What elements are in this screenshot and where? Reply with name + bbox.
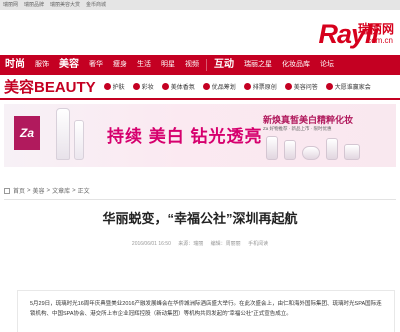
subnav-item-label: 优品筹划 (211, 85, 236, 91)
subnav-item-label: 彩妆 (141, 85, 154, 91)
mobile-read-link[interactable]: 手机阅读 (248, 241, 268, 247)
article-body: 5月29日，琉璃时光16周年庆典暨美业2016产融发展峰会在华侨城洲际酒店盛大举… (17, 290, 395, 332)
subnav-item-makeup[interactable]: 彩妆 (132, 82, 154, 91)
subnav-item-skincare[interactable]: 护肤 (103, 82, 125, 91)
skincare-icon (103, 83, 111, 90)
beauty-channel-title[interactable]: 美容BEAUTY (0, 76, 96, 97)
nav-luxury[interactable]: 奢华 (84, 55, 108, 75)
breadcrumb-home[interactable]: 首页 (13, 186, 25, 195)
article-date: 2016/06/01 16:50 (131, 241, 171, 247)
ad-banner[interactable]: Za 持续 美白 钻光透亮 新焕真皙美白精粹化妆 Za 好物推荐 · 新品上市 … (4, 104, 396, 167)
nav-rayli-star[interactable]: 瑞丽之星 (239, 55, 277, 75)
toplink-rayli[interactable]: 瑞丽网 (3, 0, 18, 10)
article-editor: 编辑：周丽丽 (210, 241, 241, 247)
divider (4, 199, 396, 200)
toplink-brand[interactable]: 瑞丽品牌 (24, 0, 44, 10)
nav-stars[interactable]: 明星 (156, 55, 180, 75)
breadcrumb-library[interactable]: 文章库 (52, 186, 70, 195)
ad-product-group (266, 136, 360, 160)
toplink-mall[interactable]: 金币商城 (86, 0, 106, 10)
subnav-item-original[interactable]: 排票原创 (243, 82, 277, 91)
breadcrumb: 首页 > 美容 > 文章库 > 正文 (4, 186, 92, 195)
subnav-item-label: 美容问答 (293, 85, 318, 91)
qa-icon (284, 83, 292, 90)
product-bottle-image (74, 120, 84, 160)
subnav-item-planning[interactable]: 优品筹划 (202, 82, 236, 91)
subnav-item-label: 护肤 (112, 85, 125, 91)
article-source: 来源：瑞丽 (178, 241, 204, 247)
breadcrumb-current: 正文 (77, 189, 90, 195)
main-nav: 时尚 服饰 美容 奢华 瘦身 生活 明星 视频 互动 瑞丽之星 化妆品库 论坛 (0, 55, 400, 75)
product-image (326, 138, 338, 160)
nav-cosmetics-db[interactable]: 化妆品库 (277, 55, 315, 75)
nav-separator (206, 59, 207, 71)
toplink-beauty-award[interactable]: 瑞丽美容大赏 (50, 0, 80, 10)
nav-clothing[interactable]: 服饰 (30, 55, 54, 75)
subnav-item-label: 美体香氛 (170, 85, 195, 91)
site-logo-cn: 瑞丽网 (357, 22, 394, 36)
subnav-item-label: 大愿谁赢家会 (334, 85, 371, 91)
product-image (344, 144, 360, 160)
nav-forum[interactable]: 论坛 (315, 55, 339, 75)
product-bottle-image (56, 108, 70, 160)
nav-life[interactable]: 生活 (132, 55, 156, 75)
subnav-item-label: 排票原创 (252, 85, 277, 91)
subnav-item-body-fragrance[interactable]: 美体香氛 (161, 82, 195, 91)
za-brand-logo: Za (14, 116, 40, 150)
nav-fashion[interactable]: 时尚 (0, 55, 30, 75)
original-icon (243, 83, 251, 90)
nav-slim[interactable]: 瘦身 (108, 55, 132, 75)
article-title: 华丽蜕变，“幸福公社”深圳再起航 (102, 211, 298, 226)
nav-beauty[interactable]: 美容 (54, 55, 84, 75)
ad-small-text: Za 好物推荐 · 新品上市 · 限时优惠 (263, 126, 332, 131)
makeup-icon (132, 83, 140, 90)
site-header: Rayli 瑞丽网 .com.cn (0, 10, 400, 55)
winner-icon (325, 83, 333, 90)
beauty-subnav: 美容BEAUTY 护肤 彩妆 美体香氛 优品筹划 排票原创 美容问答 大愿谁赢家… (0, 75, 400, 100)
subnav-item-winner[interactable]: 大愿谁赢家会 (325, 82, 371, 91)
nav-interactive[interactable]: 互动 (209, 55, 239, 75)
product-image (302, 146, 320, 160)
ad-new-product-text: 新焕真皙美白精粹化妆 (263, 115, 354, 125)
top-links-bar: 瑞丽网 瑞丽品牌 瑞丽美容大赏 金币商城 (0, 0, 400, 10)
article-meta: 2016/06/01 16:50 来源：瑞丽 编辑：周丽丽 手机阅读 (0, 240, 400, 247)
site-logo-url: .com.cn (364, 36, 393, 45)
fragrance-icon (161, 83, 169, 90)
article-paragraph: 5月29日，琉璃时光16周年庆典暨美业2016产融发展峰会在华侨城洲际酒店盛大举… (30, 301, 382, 317)
ad-slogan: 持续 美白 钻光透亮 (107, 127, 263, 146)
product-image (284, 140, 296, 160)
home-icon (4, 187, 10, 194)
product-image (266, 136, 278, 160)
planning-icon (202, 83, 210, 90)
breadcrumb-beauty[interactable]: 美容 (33, 186, 45, 195)
nav-video[interactable]: 视频 (180, 55, 204, 75)
subnav-item-qa[interactable]: 美容问答 (284, 82, 318, 91)
